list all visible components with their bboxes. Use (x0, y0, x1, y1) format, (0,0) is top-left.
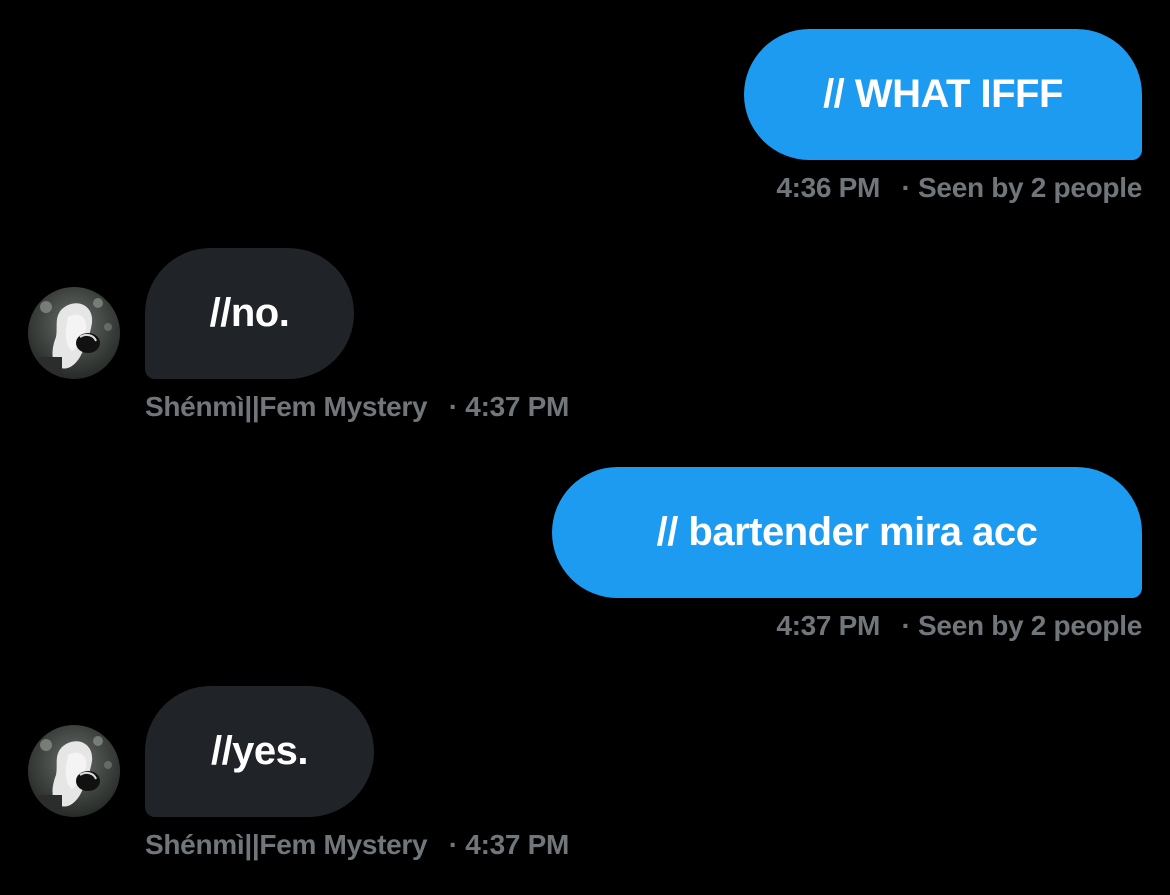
message-meta: Shénmì||Fem Mystery · 4:37 PM (145, 829, 569, 861)
meta-separator: · (448, 829, 458, 860)
message-time: 4:37 PM (465, 391, 570, 422)
message-time: 4:37 PM (776, 610, 881, 641)
message-bubble-incoming[interactable]: //yes. (145, 686, 374, 817)
sender-name[interactable]: Shénmì||Fem Mystery (145, 391, 428, 422)
message-text: // WHAT IFFF (823, 72, 1063, 116)
seen-status: Seen by 2 people (918, 172, 1142, 203)
message-time: 4:37 PM (465, 829, 570, 860)
message-text: //no. (209, 291, 290, 335)
meta-separator: · (901, 172, 911, 203)
meta-separator: · (901, 610, 911, 641)
profile-photo-icon (28, 725, 120, 817)
avatar[interactable] (28, 725, 120, 817)
message-bubble-outgoing[interactable]: // bartender mira acc (552, 467, 1142, 598)
message-bubble-outgoing[interactable]: // WHAT IFFF (744, 29, 1142, 160)
message-text: //yes. (210, 729, 309, 773)
message-meta: 4:36 PM · Seen by 2 people (776, 172, 1142, 204)
message-meta: Shénmì||Fem Mystery · 4:37 PM (145, 391, 569, 423)
seen-status: Seen by 2 people (918, 610, 1142, 641)
message-text: // bartender mira acc (656, 510, 1038, 554)
meta-separator: · (448, 391, 458, 422)
message-time: 4:36 PM (776, 172, 881, 203)
avatar[interactable] (28, 287, 120, 379)
message-bubble-incoming[interactable]: //no. (145, 248, 354, 379)
profile-photo-icon (28, 287, 120, 379)
sender-name[interactable]: Shénmì||Fem Mystery (145, 829, 428, 860)
message-meta: 4:37 PM · Seen by 2 people (776, 610, 1142, 642)
